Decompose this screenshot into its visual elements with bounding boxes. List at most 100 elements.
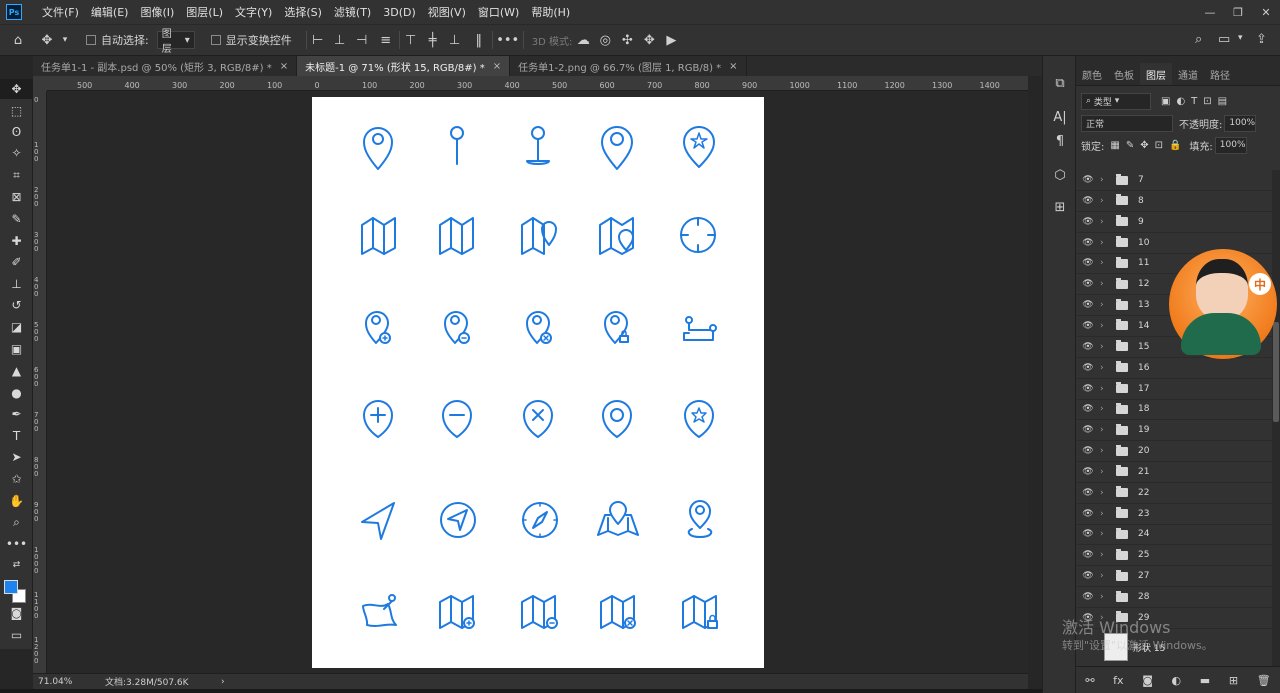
circle-pin-icon[interactable] bbox=[602, 400, 632, 438]
move-tool-icon[interactable]: ✥ bbox=[36, 33, 58, 48]
location-marker-icon[interactable] bbox=[601, 126, 633, 170]
3d-roll-icon[interactable]: ◎ bbox=[594, 33, 616, 48]
tab-color[interactable]: 颜色 bbox=[1076, 63, 1108, 85]
lock-map-icon[interactable] bbox=[682, 595, 718, 629]
status-menu-arrow[interactable]: › bbox=[217, 677, 225, 687]
type-tool-icon[interactable]: T bbox=[0, 426, 33, 446]
menu-image[interactable]: 图像(I) bbox=[134, 4, 180, 20]
distribute-vertical-icon[interactable]: ‖ bbox=[466, 33, 492, 48]
star-pin-icon[interactable] bbox=[683, 126, 715, 168]
eyedropper-icon[interactable]: ✎ bbox=[0, 209, 33, 229]
layer-row[interactable]: 👁 › 18 bbox=[1076, 399, 1272, 421]
visibility-eye-icon[interactable]: 👁 bbox=[1076, 300, 1100, 310]
chevron-down-icon[interactable]: ▾ bbox=[1238, 33, 1243, 43]
layer-row[interactable]: 👁 › 27 bbox=[1076, 566, 1272, 588]
tab-swatches[interactable]: 色板 bbox=[1108, 63, 1140, 85]
layer-row[interactable]: 👁 › 17 bbox=[1076, 379, 1272, 400]
blend-mode-select[interactable]: 正常 bbox=[1081, 114, 1173, 132]
visibility-eye-icon[interactable]: 👁 bbox=[1076, 238, 1100, 248]
lasso-tool-icon[interactable]: ʘ bbox=[0, 122, 33, 142]
zoom-level[interactable]: 71.04% bbox=[33, 677, 97, 687]
menu-type[interactable]: 文字(Y) bbox=[229, 4, 278, 20]
mask-icon[interactable]: ◙ bbox=[1142, 674, 1153, 687]
visibility-eye-icon[interactable]: 👁 bbox=[1076, 529, 1100, 539]
visibility-eye-icon[interactable]: 👁 bbox=[1076, 592, 1100, 602]
fx-icon[interactable]: fx bbox=[1113, 674, 1123, 687]
3d-drag-icon[interactable]: ✣ bbox=[616, 33, 638, 48]
marquee-tool-icon[interactable]: ⬚ bbox=[0, 101, 33, 121]
filter-icons[interactable]: ▣◐T⊡▤ bbox=[1161, 96, 1233, 107]
menu-3d[interactable]: 3D(D) bbox=[377, 6, 422, 19]
tab-layers[interactable]: 图层 bbox=[1140, 63, 1172, 85]
pinned-map-icon[interactable] bbox=[362, 594, 397, 627]
chevron-right-icon[interactable]: › bbox=[1100, 446, 1110, 456]
new-layer-icon[interactable]: ⊞ bbox=[1229, 674, 1238, 687]
visibility-eye-icon[interactable]: 👁 bbox=[1076, 258, 1100, 268]
3d-camera-icon[interactable]: ▶ bbox=[660, 33, 682, 48]
chevron-right-icon[interactable]: › bbox=[1100, 384, 1110, 394]
align-center-icon[interactable]: ⊥ bbox=[329, 33, 351, 48]
vertical-ruler[interactable]: 0 1 0 0 2 0 0 3 0 0 4 0 0 5 0 0 6 0 0 7 0 0 8 0 … bbox=[33, 91, 47, 693]
3d-orbit-icon[interactable]: ☁ bbox=[572, 33, 594, 48]
menu-filter[interactable]: 滤镜(T) bbox=[328, 4, 377, 20]
star-marker-icon[interactable] bbox=[684, 400, 714, 438]
close-tab-icon[interactable]: × bbox=[493, 61, 501, 72]
pen-tool-icon[interactable]: ✒ bbox=[0, 404, 33, 424]
3d-panel-icon[interactable]: ⬡ bbox=[1043, 164, 1077, 186]
magic-wand-icon[interactable]: ✧ bbox=[0, 143, 33, 163]
path-select-icon[interactable]: ➤ bbox=[0, 447, 33, 467]
navigation-circle-icon[interactable] bbox=[440, 502, 476, 538]
visibility-eye-icon[interactable]: 👁 bbox=[1076, 425, 1100, 435]
compass-icon[interactable] bbox=[522, 502, 558, 538]
crop-tool-icon[interactable]: ⌗ bbox=[0, 165, 33, 185]
add-location-icon[interactable] bbox=[365, 311, 391, 344]
close-pin-icon[interactable] bbox=[523, 400, 553, 438]
align-middle-icon[interactable]: ╪ bbox=[422, 33, 444, 48]
chevron-right-icon[interactable]: › bbox=[1100, 238, 1110, 248]
layer-row[interactable]: 👁 › 22 bbox=[1076, 483, 1272, 504]
menu-file[interactable]: 文件(F) bbox=[36, 4, 85, 20]
eraser-tool-icon[interactable]: ◪ bbox=[0, 317, 33, 337]
visibility-eye-icon[interactable]: 👁 bbox=[1076, 404, 1100, 414]
chevron-right-icon[interactable]: › bbox=[1100, 467, 1110, 477]
swap-colors-icon[interactable]: ⇄ bbox=[0, 555, 33, 575]
remove-location-icon[interactable] bbox=[444, 311, 470, 344]
close-tab-icon[interactable]: × bbox=[729, 61, 737, 72]
map-pin-icon[interactable] bbox=[363, 127, 393, 170]
layer-row[interactable]: 👁 › 8 bbox=[1076, 191, 1272, 212]
chevron-right-icon[interactable]: › bbox=[1100, 571, 1110, 581]
adjustment-icon[interactable]: ◐ bbox=[1172, 674, 1182, 687]
chevron-right-icon[interactable]: › bbox=[1100, 217, 1110, 227]
tab-document-2[interactable]: 未标题-1 @ 71% (形状 15, RGB/8#) * × bbox=[297, 56, 511, 76]
layer-row[interactable]: 👁 › 21 bbox=[1076, 462, 1272, 483]
dodge-tool-icon[interactable]: ● bbox=[0, 383, 33, 403]
chevron-right-icon[interactable]: › bbox=[1100, 488, 1110, 498]
layer-kind-filter[interactable]: ⌕ 类型 ▾ bbox=[1081, 92, 1151, 110]
opacity-input[interactable]: 100% bbox=[1224, 114, 1257, 132]
chevron-right-icon[interactable]: › bbox=[1100, 279, 1110, 289]
properties-panel-icon[interactable]: ⊞ bbox=[1043, 196, 1077, 218]
trash-icon[interactable]: 🗑 bbox=[1257, 674, 1271, 687]
menu-select[interactable]: 选择(S) bbox=[278, 4, 328, 20]
menu-layer[interactable]: 图层(L) bbox=[180, 4, 229, 20]
chevron-right-icon[interactable]: › bbox=[1100, 425, 1110, 435]
history-panel-icon[interactable]: ⧉ bbox=[1043, 72, 1077, 94]
paragraph-panel-icon[interactable]: ¶ bbox=[1043, 130, 1077, 152]
tab-channels[interactable]: 通道 bbox=[1172, 63, 1204, 85]
crosshair-icon[interactable] bbox=[680, 217, 716, 253]
distribute-icon[interactable]: ≡ bbox=[373, 33, 399, 48]
chevron-right-icon[interactable]: › bbox=[1100, 550, 1110, 560]
close-icon[interactable]: ✕ bbox=[1252, 0, 1280, 24]
minus-pin-icon[interactable] bbox=[442, 400, 472, 438]
align-top-icon[interactable]: ⊤ bbox=[400, 33, 422, 48]
chevron-right-icon[interactable]: › bbox=[1100, 509, 1110, 519]
chevron-down-icon[interactable]: ▾ bbox=[58, 35, 72, 45]
visibility-eye-icon[interactable]: 👁 bbox=[1076, 342, 1100, 352]
visibility-eye-icon[interactable]: 👁 bbox=[1076, 279, 1100, 289]
push-pin-icon[interactable] bbox=[450, 126, 464, 165]
link-layers-icon[interactable]: ⚯ bbox=[1085, 674, 1094, 687]
fill-input[interactable]: 100% bbox=[1214, 136, 1247, 154]
tab-paths[interactable]: 路径 bbox=[1204, 63, 1236, 85]
foreground-color-swatch[interactable] bbox=[4, 580, 18, 594]
folded-map-icon[interactable] bbox=[439, 217, 474, 255]
